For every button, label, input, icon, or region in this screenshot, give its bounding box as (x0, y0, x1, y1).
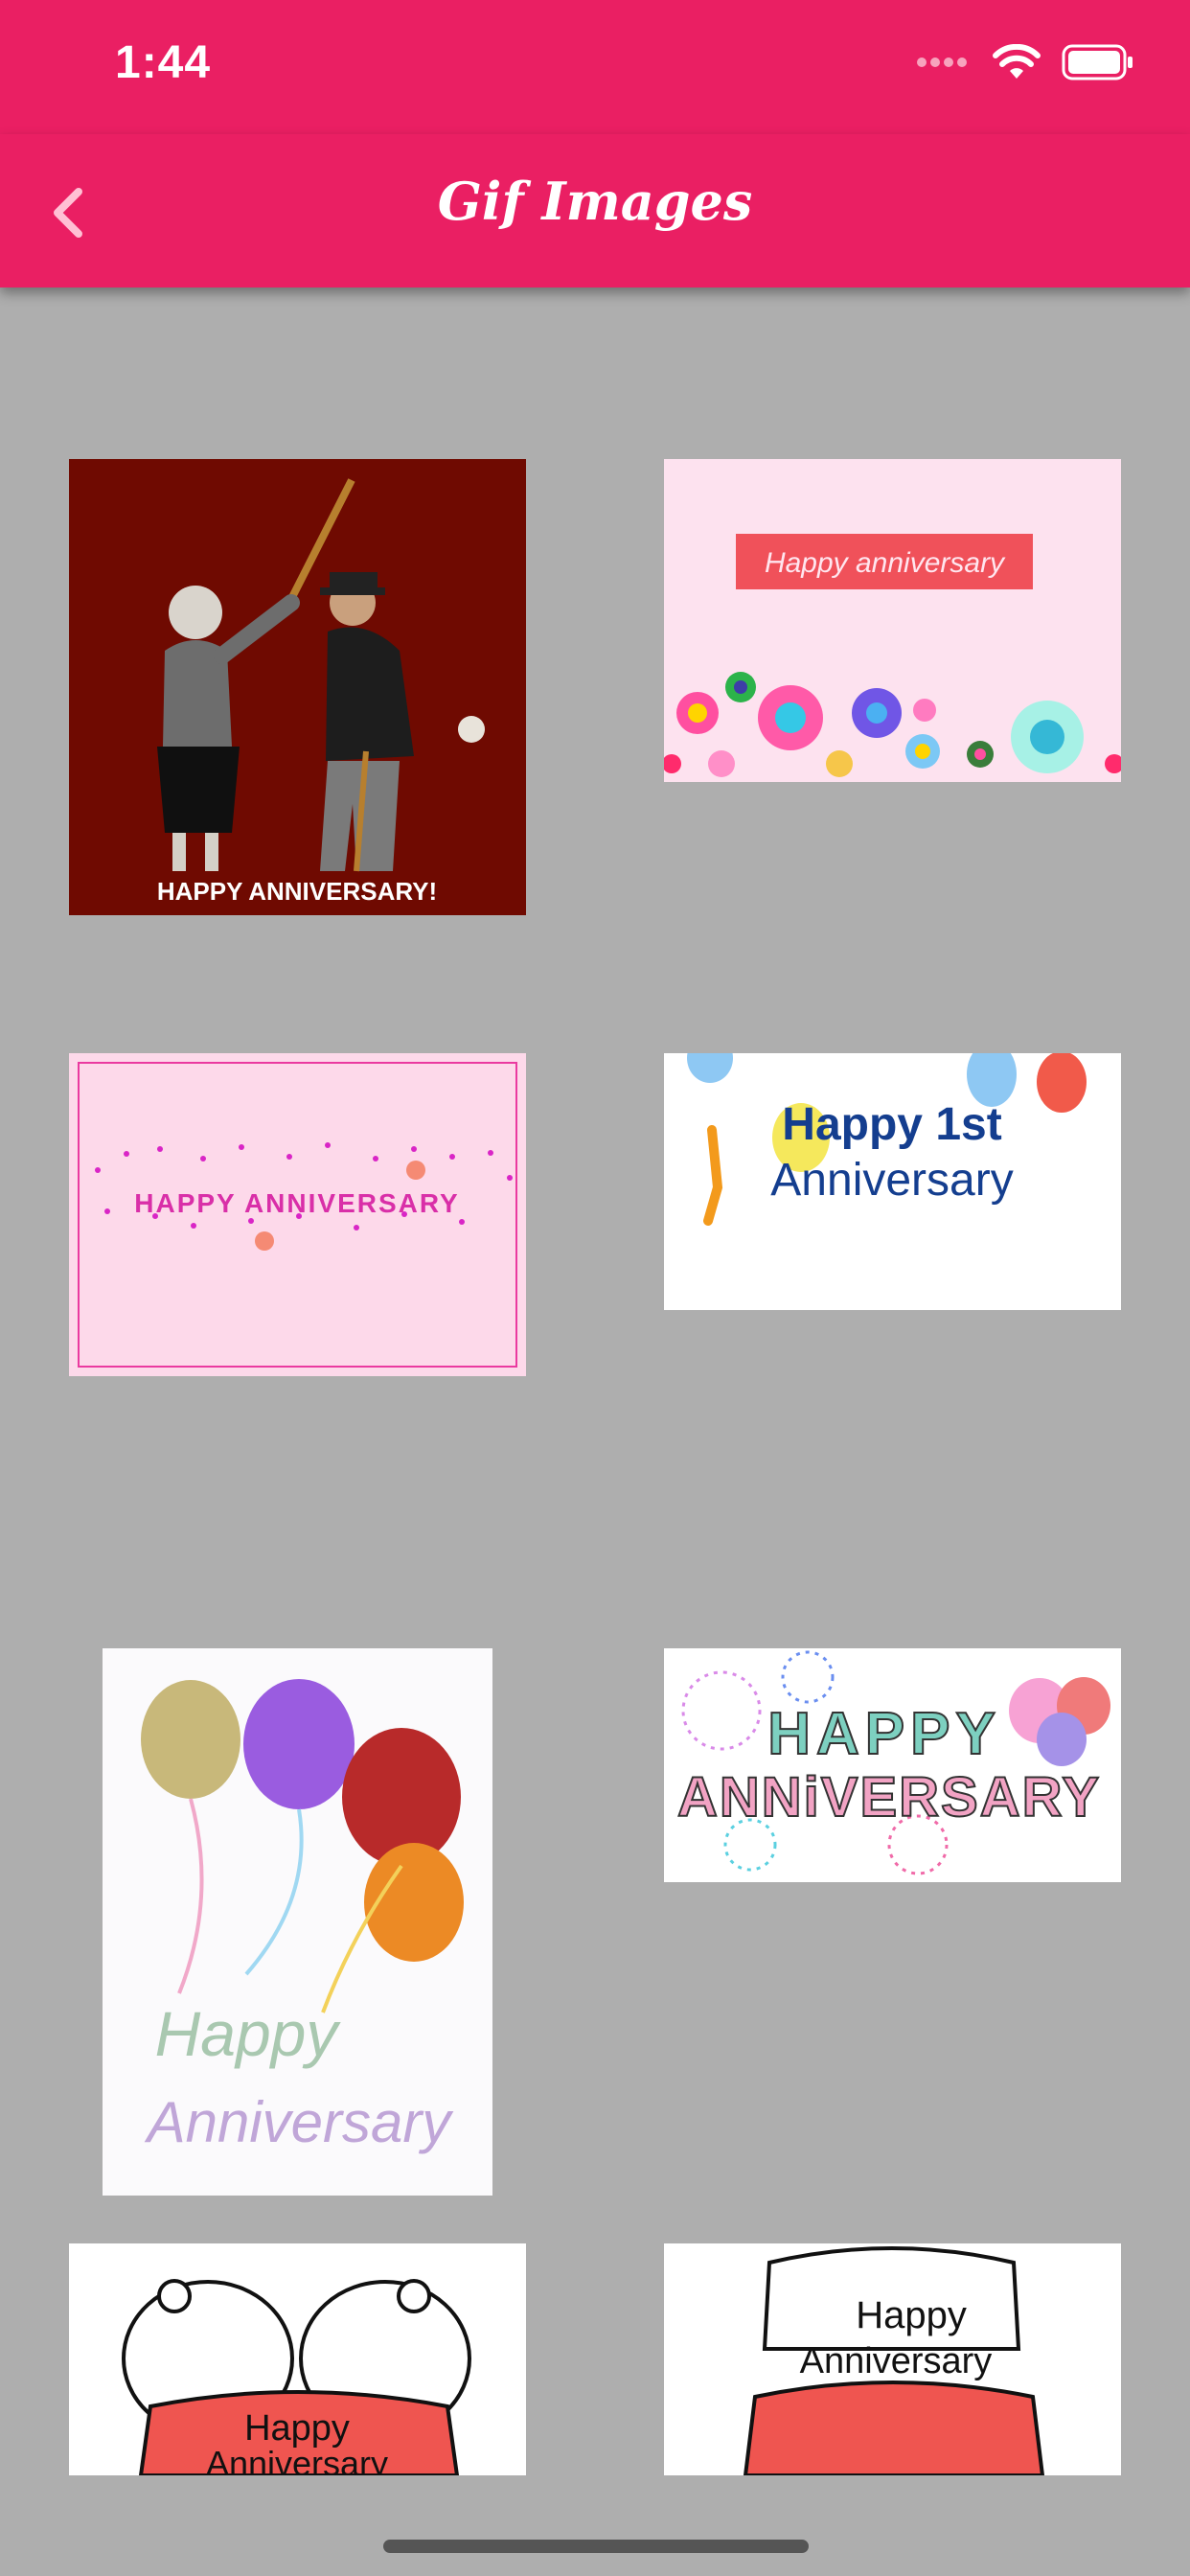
battery-icon (1062, 44, 1133, 80)
gif-tile-2[interactable]: Happy anniversary (664, 459, 1121, 782)
gif-7-caption-line1: Happy (244, 2408, 350, 2449)
gif-image-confetti: HAPPY ANNIVERSARY (69, 1053, 526, 1376)
status-time: 1:44 (115, 37, 212, 88)
gif-8-caption-line1: Happy (856, 2294, 967, 2336)
gif-tile-6[interactable]: HAPPY ANNiVERSARY (664, 1648, 1121, 1882)
status-icons (916, 44, 1134, 80)
nav-bar: Gif Images (0, 134, 1190, 288)
gif-image-fireworks: HAPPY ANNiVERSARY (664, 1648, 1121, 1882)
gif-image-bears-heart: Happy Anniversary (664, 2243, 1121, 2475)
gif-1-caption: HAPPY ANNIVERSARY! (157, 877, 437, 906)
gif-tile-8[interactable]: Happy Anniversary (664, 2243, 1121, 2475)
page-title: Gif Images (437, 171, 753, 232)
gif-4-caption-line1: Happy 1st (782, 1099, 1001, 1150)
gif-7-caption-line2: Anniversary (206, 2444, 388, 2475)
gif-6-caption-line2: ANNiVERSARY (677, 1766, 1101, 1828)
gif-5-caption-line2: Anniversary (145, 2090, 455, 2154)
gif-4-caption-line2: Anniversary (770, 1155, 1013, 1206)
gif-tile-4[interactable]: Happy 1st Anniversary (664, 1053, 1121, 1310)
wifi-icon (993, 44, 1041, 79)
gif-image-elderly-couple: HAPPY ANNIVERSARY! (69, 459, 526, 915)
gif-3-caption: HAPPY ANNIVERSARY (134, 1188, 459, 1218)
gif-6-caption-line1: HAPPY (767, 1701, 1001, 1767)
gif-image-bears: Happy Anniversary (69, 2243, 526, 2475)
gif-8-caption-line2: Anniversary (800, 2341, 993, 2381)
home-indicator[interactable] (383, 2540, 809, 2553)
gif-tile-3[interactable]: HAPPY ANNIVERSARY (69, 1053, 526, 1376)
gif-image-glitter-balloons: Happy Anniversary (103, 1648, 492, 2196)
gif-image-flowers: Happy anniversary (664, 459, 1121, 782)
gif-tile-1[interactable]: HAPPY ANNIVERSARY! (69, 459, 526, 915)
gif-image-balloons-1st: Happy 1st Anniversary (664, 1053, 1121, 1310)
status-bar: 1:44 (0, 0, 1190, 134)
gif-tile-7[interactable]: Happy Anniversary (69, 2243, 526, 2475)
gif-2-caption: Happy anniversary (765, 547, 1006, 579)
gif-5-caption-line1: Happy (155, 1998, 342, 2069)
signal-dots-icon (917, 58, 967, 67)
gif-tile-5[interactable]: Happy Anniversary (103, 1648, 492, 2196)
